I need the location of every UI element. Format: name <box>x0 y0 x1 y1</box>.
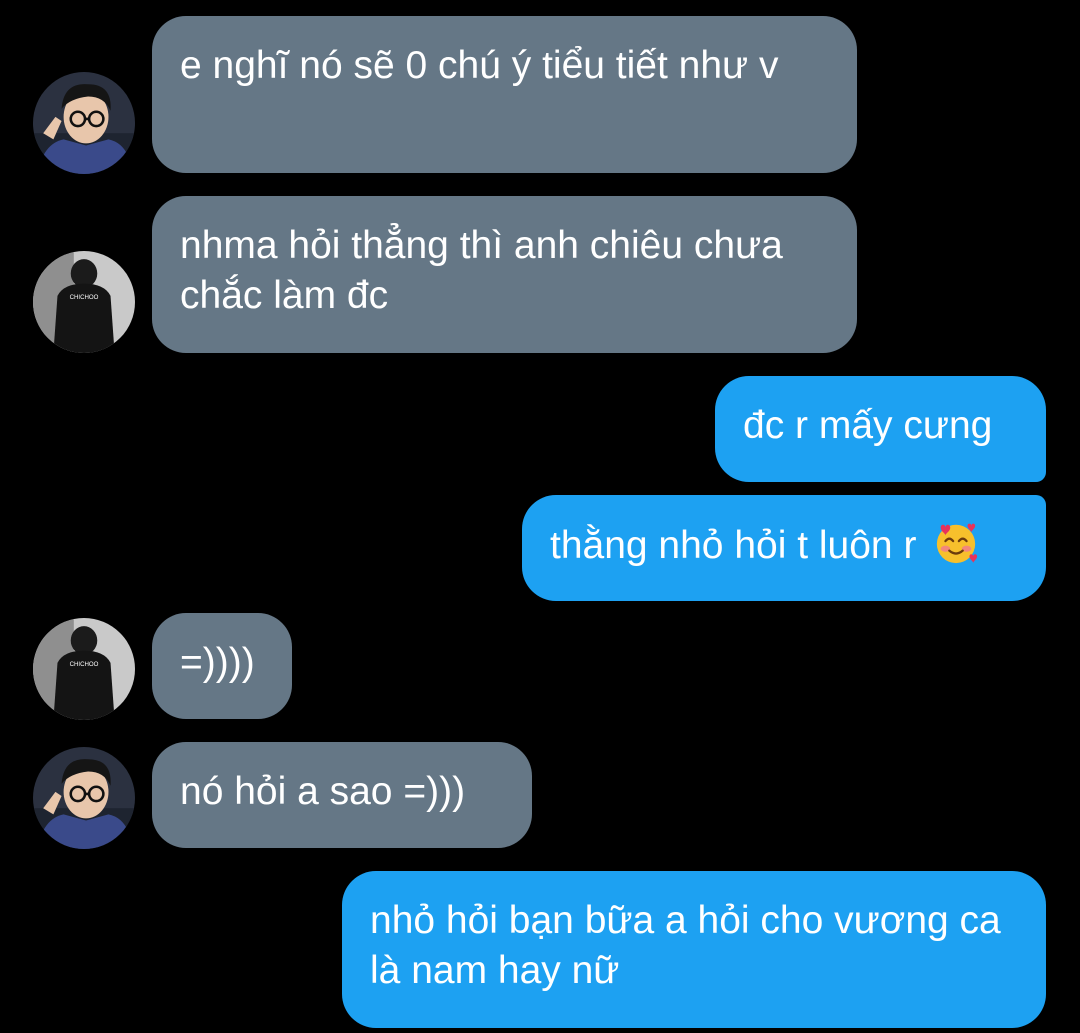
avatar-sender-a[interactable] <box>33 72 135 174</box>
avatar-sender-a[interactable] <box>33 747 135 849</box>
message-text-7: nhỏ hỏi bạn bữa a hỏi cho vương ca là na… <box>370 899 1001 992</box>
message-bubble-4[interactable]: thằng nhỏ hỏi t luôn r <box>522 495 1046 601</box>
message-text-1: e nghĩ nó sẽ 0 chú ý tiểu tiết như v <box>180 44 779 87</box>
avatar-b-image: CHICHOO <box>33 251 135 353</box>
avatar-a-image <box>33 72 135 174</box>
avatar-b-image: CHICHOO <box>33 618 135 720</box>
avatar-b-shirt-text: CHICHOO <box>70 661 99 668</box>
message-text-2: nhma hỏi thẳng thì anh chiêu chưa chắc l… <box>180 224 783 317</box>
message-bubble-1[interactable]: e nghĩ nó sẽ 0 chú ý tiểu tiết như v <box>152 16 857 173</box>
message-bubble-2[interactable]: nhma hỏi thẳng thì anh chiêu chưa chắc l… <box>152 196 857 353</box>
message-text-3: đc r mấy cưng <box>743 404 993 447</box>
message-bubble-3[interactable]: đc r mấy cưng <box>715 376 1046 482</box>
message-text-6: nó hỏi a sao =))) <box>180 770 466 813</box>
message-text-4: thằng nhỏ hỏi t luôn r <box>550 524 917 567</box>
smiling-face-with-hearts-icon <box>933 520 979 566</box>
message-bubble-5[interactable]: =)))) <box>152 613 292 719</box>
avatar-sender-b[interactable]: CHICHOO <box>33 618 135 720</box>
message-bubble-7[interactable]: nhỏ hỏi bạn bữa a hỏi cho vương ca là na… <box>342 871 1046 1028</box>
avatar-b-shirt-text: CHICHOO <box>70 294 99 301</box>
avatar-a-image <box>33 747 135 849</box>
avatar-sender-b[interactable]: CHICHOO <box>33 251 135 353</box>
message-text-5: =)))) <box>180 641 255 684</box>
message-bubble-6[interactable]: nó hỏi a sao =))) <box>152 742 532 848</box>
